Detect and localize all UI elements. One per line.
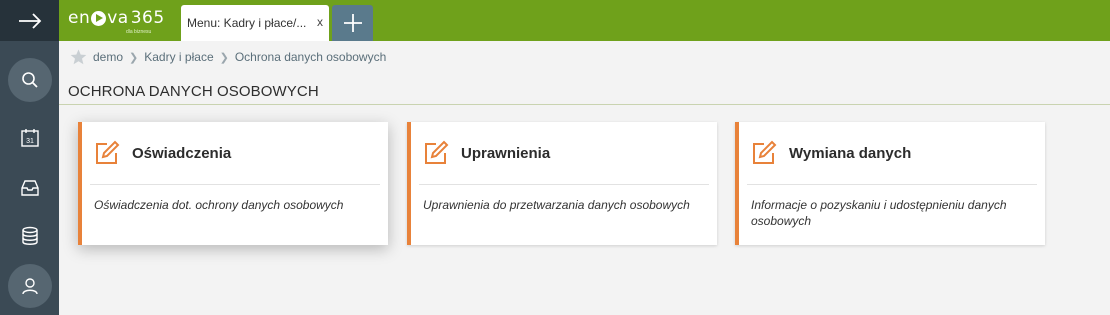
card-title: Oświadczenia <box>132 144 232 162</box>
add-tab-button[interactable] <box>332 5 373 41</box>
search-circle <box>7 58 52 102</box>
breadcrumb-item-kadry[interactable]: Kadry i płace <box>144 50 213 64</box>
search-icon <box>21 72 38 88</box>
logo-subtitle: dla biznesu <box>126 29 152 35</box>
edit-icon <box>753 140 777 164</box>
card-header: Wymiana danych <box>739 122 1045 184</box>
favorite-star-icon[interactable] <box>70 49 87 65</box>
tab-menu[interactable]: Menu: Kadry i płace/... x <box>181 5 329 41</box>
calendar-icon: 31 <box>20 129 39 147</box>
card-header: Uprawnienia <box>411 122 717 184</box>
database-button[interactable] <box>0 213 59 259</box>
expand-sidebar-button[interactable] <box>0 0 59 41</box>
card-description: Uprawnienia do przetwarzania danych osob… <box>423 198 690 212</box>
card-wymiana-danych[interactable]: Wymiana danych Informacje o pozyskaniu i… <box>735 122 1045 245</box>
card-uprawnienia[interactable]: Uprawnienia Uprawnienia do przetwarzania… <box>407 122 717 245</box>
tab-close-button[interactable]: x <box>317 15 323 29</box>
logo-number: 365 <box>130 8 165 28</box>
database-icon <box>21 226 38 245</box>
page-title: OCHRONA DANYCH OSOBOWYCH <box>68 83 319 100</box>
logo-play-icon <box>91 10 107 26</box>
user-circle <box>7 264 52 308</box>
inbox-icon <box>20 180 39 196</box>
card-description: Oświadczenia dot. ochrony danych osobowy… <box>94 198 344 212</box>
card-header: Oświadczenia <box>82 122 388 184</box>
user-button[interactable] <box>0 263 59 309</box>
user-icon <box>21 278 38 295</box>
logo-text-b: va <box>107 8 129 28</box>
breadcrumb-item-ochrona[interactable]: Ochrona danych osobowych <box>235 50 386 64</box>
chevron-right-icon: ❯ <box>129 51 139 64</box>
breadcrumb: demo ❯ Kadry i płace ❯ Ochrona danych os… <box>70 48 386 66</box>
plus-icon <box>343 14 362 32</box>
card-oswiadczenia[interactable]: Oświadczenia Oświadczenia dot. ochrony d… <box>78 122 388 245</box>
card-title: Wymiana danych <box>789 144 912 162</box>
calendar-day: 31 <box>26 138 34 145</box>
edit-icon <box>425 140 449 164</box>
edit-icon <box>96 140 120 164</box>
arrow-right-icon <box>18 12 41 29</box>
enova-logo: en va 365 dla biznesu <box>68 8 165 36</box>
inbox-button[interactable] <box>0 165 59 211</box>
top-bar: en va 365 dla biznesu Menu: Kadry i płac… <box>59 0 1110 41</box>
breadcrumb-item-demo[interactable]: demo <box>93 50 123 64</box>
card-title: Uprawnienia <box>461 144 551 162</box>
chevron-right-icon: ❯ <box>219 51 229 64</box>
logo-text-a: en <box>68 8 91 28</box>
card-description: Informacje o pozyskaniu i udostępnieniu … <box>751 198 1007 228</box>
sidebar: 31 <box>0 0 59 315</box>
search-button[interactable] <box>0 57 59 103</box>
calendar-button[interactable]: 31 <box>0 115 59 161</box>
tab-label: Menu: Kadry i płace/... <box>187 16 307 30</box>
title-divider <box>59 104 1110 105</box>
